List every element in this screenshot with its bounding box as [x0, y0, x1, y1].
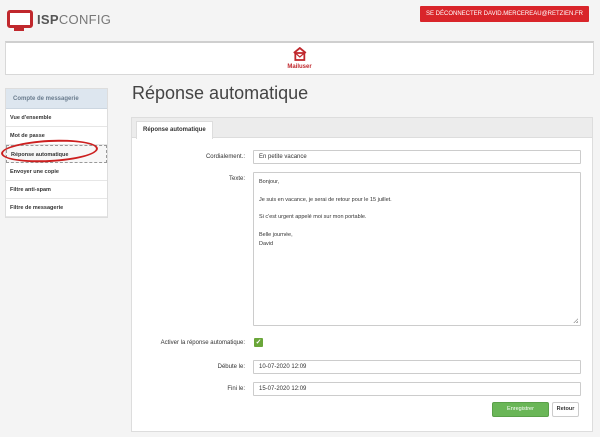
sidebar-item-mailfilter[interactable]: Filtre de messagerie	[6, 199, 107, 217]
tab-strip: Réponse automatique	[132, 118, 592, 139]
text-line	[259, 187, 575, 196]
check-icon: ✓	[255, 339, 262, 346]
text-line: David	[259, 240, 274, 247]
back-button[interactable]: Retour	[552, 402, 579, 417]
sidebar-item-autoresponder[interactable]: Réponse automatique	[6, 145, 107, 163]
end-date-input[interactable]: 15-07-2020 12:09	[253, 382, 581, 396]
mail-home-icon	[292, 46, 307, 61]
logo-text: ISPCONFIG	[37, 11, 112, 27]
text-line: Je suis en vacance, je serai de retour p…	[259, 196, 392, 203]
text-content: Bonjour, Je suis en vacance, je serai de …	[259, 178, 575, 249]
start-label: Débute le:	[217, 364, 245, 370]
text-textarea[interactable]: Bonjour, Je suis en vacance, je serai de …	[253, 172, 581, 326]
sidebar-item-send-copy[interactable]: Envoyer une copie	[6, 163, 107, 181]
activate-label: Activer la réponse automatique:	[160, 340, 245, 346]
text-line: Bonjour,	[259, 179, 280, 185]
save-button[interactable]: Enregistrer	[492, 402, 549, 417]
tab-autoresponder[interactable]: Réponse automatique	[136, 121, 213, 139]
resize-grip-icon[interactable]	[572, 317, 578, 323]
start-date-input[interactable]: 10-07-2020 12:09	[253, 360, 581, 374]
end-label: Fini le:	[227, 386, 245, 392]
module-bar: Mailuser	[5, 41, 594, 75]
ispconfig-logo[interactable]: ISPCONFIG	[7, 9, 112, 31]
sidebar-title: Compte de messagerie	[6, 89, 107, 109]
sidebar: Compte de messagerie Vue d'ensemble Mot …	[5, 88, 108, 218]
text-line: Si c'est urgent appelé moi sur mon porta…	[259, 214, 367, 220]
subject-input[interactable]: En petite vacance	[253, 150, 581, 164]
subject-label: Cordialement.:	[205, 154, 245, 160]
page-title: Réponse automatique	[132, 83, 309, 103]
sidebar-item-spamfilter[interactable]: Filtre anti-spam	[6, 181, 107, 199]
logout-button[interactable]: SE DÉCONNECTER DAVID.MERCEREAU@RETZIEN.F…	[420, 6, 589, 22]
monitor-icon	[7, 10, 33, 31]
text-line	[259, 205, 575, 214]
top-bar: ISPCONFIG SE DÉCONNECTER DAVID.MERCEREAU…	[0, 0, 600, 36]
module-mailuser[interactable]: Mailuser	[287, 46, 312, 70]
activate-checkbox[interactable]: ✓	[254, 338, 263, 347]
text-label: Texte:	[228, 176, 245, 182]
module-label: Mailuser	[287, 64, 312, 70]
text-line: Belle journée,	[259, 231, 293, 238]
form-panel: Réponse automatique Cordialement.: En pe…	[131, 117, 593, 432]
text-line	[259, 222, 575, 231]
sidebar-item-overview[interactable]: Vue d'ensemble	[6, 109, 107, 127]
sidebar-item-password[interactable]: Mot de passe	[6, 127, 107, 145]
